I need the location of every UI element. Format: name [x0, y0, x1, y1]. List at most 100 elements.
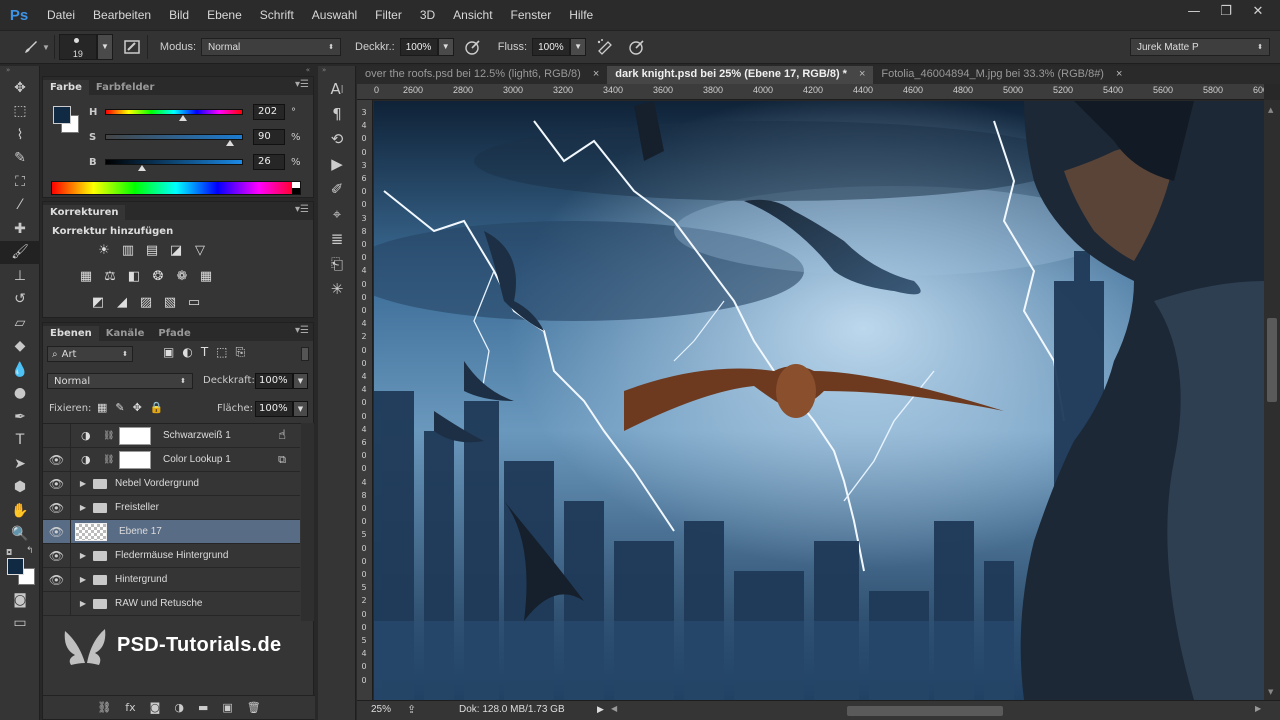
- visibility-eye-icon[interactable]: 👁: [43, 543, 71, 568]
- adjustment-1-1-icon[interactable]: ☀: [95, 242, 113, 260]
- airbrush-icon[interactable]: [594, 36, 616, 58]
- visibility-eye-icon[interactable]: 👁: [43, 423, 71, 448]
- foreground-color-swatch[interactable]: [7, 558, 24, 575]
- brightness-slider-thumb[interactable]: [137, 165, 146, 171]
- opacity-field[interactable]: 100%: [399, 38, 438, 56]
- color-fg-swatch[interactable]: [53, 106, 71, 124]
- character-panel-icon[interactable]: A |: [318, 76, 356, 101]
- properties-panel-icon[interactable]: ≣: [318, 226, 356, 251]
- info-panel-icon[interactable]: ✳: [318, 276, 356, 301]
- panel-collapse-bar[interactable]: «: [42, 66, 316, 76]
- adjustment-2-1-icon[interactable]: ▦: [77, 268, 95, 286]
- flow-dropdown[interactable]: ▼: [570, 38, 587, 56]
- menu-datei[interactable]: Datei: [38, 8, 84, 22]
- menu-filter[interactable]: Filter: [366, 8, 411, 22]
- new-adjustment-icon[interactable]: ◑: [174, 701, 184, 714]
- color-spectrum-bar[interactable]: [51, 181, 301, 195]
- layer-mask-thumbnail[interactable]: [119, 426, 151, 445]
- minimize-button[interactable]: —: [1180, 2, 1208, 22]
- lasso-tool-icon[interactable]: ⌇: [0, 123, 40, 147]
- brightness-slider[interactable]: [105, 159, 243, 171]
- tab-kanaele[interactable]: Kanäle: [99, 326, 152, 341]
- fx-icon[interactable]: fx: [125, 701, 135, 714]
- visibility-eye-icon[interactable]: 👁: [43, 447, 71, 472]
- healing-brush-tool-icon[interactable]: ✚: [0, 217, 40, 241]
- swap-colors-icon[interactable]: ↰: [26, 546, 34, 556]
- paint-bucket-tool-icon[interactable]: ◆: [0, 335, 40, 359]
- pressure-size-icon[interactable]: [626, 36, 648, 58]
- quick-mask-icon[interactable]: ◙: [0, 588, 40, 612]
- filter-smart-object-icon[interactable]: ⎘: [236, 345, 246, 360]
- brush-tool-icon[interactable]: 🖌: [0, 240, 40, 264]
- scroll-right-icon[interactable]: ▶: [1255, 704, 1261, 713]
- visibility-eye-icon[interactable]: 👁: [43, 567, 71, 592]
- hue-slider[interactable]: [105, 109, 243, 121]
- zoom-tool-icon[interactable]: 🔍: [0, 523, 40, 547]
- filter-shape-icon[interactable]: ⬚: [216, 345, 227, 360]
- fill-field[interactable]: 100%: [255, 401, 293, 417]
- document-tab[interactable]: Fotolia_46004894_M.jpg bei 33.3% (RGB/8#…: [873, 66, 1130, 84]
- scroll-left-icon[interactable]: ◀: [611, 704, 617, 713]
- panel-menu-icon[interactable]: ▾☰: [295, 79, 309, 90]
- adjustments-menu-icon[interactable]: ▾☰: [295, 204, 309, 215]
- visibility-eye-icon[interactable]: 👁: [43, 519, 71, 544]
- layer-row[interactable]: 👁 ◑ ⛓ Color Lookup 1 ⧉: [43, 447, 300, 472]
- filter-toggle[interactable]: [301, 347, 309, 361]
- adjustment-1-5-icon[interactable]: ▽: [191, 242, 209, 260]
- layer-opacity-field[interactable]: 100%: [255, 373, 293, 389]
- blur-tool-icon[interactable]: 💧: [0, 358, 40, 382]
- mode-select[interactable]: Normal ⬍: [201, 38, 341, 56]
- tab-korrekturen[interactable]: Korrekturen: [43, 205, 126, 220]
- adjustment-2-2-icon[interactable]: ⚖: [101, 268, 119, 286]
- link-layers-icon[interactable]: ⛓: [97, 701, 111, 714]
- collapse-panels-icon[interactable]: «: [306, 66, 310, 74]
- hand-tool-icon[interactable]: ✋: [0, 499, 40, 523]
- brush-size-picker[interactable]: 19: [58, 34, 97, 60]
- brush-tool-icon[interactable]: [20, 36, 42, 58]
- delete-layer-icon[interactable]: 🗑: [247, 701, 261, 714]
- paragraph-panel-icon[interactable]: ¶: [318, 101, 356, 126]
- layer-row[interactable]: 👁 ▶ Freisteller: [43, 495, 300, 520]
- pen-tool-icon[interactable]: ✒: [0, 405, 40, 429]
- history-brush-tool-icon[interactable]: ↺: [0, 288, 40, 312]
- adjustment-2-6-icon[interactable]: ▦: [197, 268, 215, 286]
- tool-preset-dropdown-icon[interactable]: ▼: [42, 43, 50, 52]
- scroll-up-icon[interactable]: ▲: [1268, 106, 1273, 114]
- workspace-select[interactable]: Jurek Matte P ⬍: [1130, 38, 1270, 56]
- expand-group-icon[interactable]: ▶: [77, 599, 89, 608]
- close-button[interactable]: ✕: [1244, 2, 1272, 22]
- adjustment-2-4-icon[interactable]: ❂: [149, 268, 167, 286]
- share-icon[interactable]: ⇪: [407, 703, 416, 716]
- layer-row[interactable]: 👁 ◑ ⛓ Schwarzweiß 1 ☝: [43, 423, 300, 448]
- tab-pfade[interactable]: Pfade: [151, 326, 197, 341]
- visibility-eye-icon[interactable]: 👁: [43, 591, 71, 616]
- close-tab-icon[interactable]: ×: [593, 68, 599, 82]
- status-menu-icon[interactable]: ▶: [597, 704, 604, 715]
- tab-farbe[interactable]: Farbe: [43, 80, 89, 95]
- layer-row[interactable]: 👁 ▶ Fledermäuse Hintergrund: [43, 543, 300, 568]
- menu-3d[interactable]: 3D: [411, 8, 444, 22]
- lock-position-icon[interactable]: ✥: [133, 401, 142, 414]
- scroll-down-icon[interactable]: ▼: [1268, 688, 1273, 696]
- adjustment-2-5-icon[interactable]: ❁: [173, 268, 191, 286]
- layer-filter-select[interactable]: ⌕ Art ⬍: [47, 346, 133, 362]
- expand-group-icon[interactable]: ▶: [77, 479, 89, 488]
- clone-source-icon[interactable]: ⎗: [318, 251, 356, 276]
- tab-ebenen[interactable]: Ebenen: [43, 326, 99, 341]
- move-tool-icon[interactable]: ✥: [0, 76, 40, 100]
- brush-panel-icon[interactable]: [121, 36, 143, 58]
- hue-slider-thumb[interactable]: [179, 115, 188, 121]
- adjustment-3-5-icon[interactable]: ▭: [185, 294, 203, 312]
- opacity-dropdown[interactable]: ▼: [437, 38, 454, 56]
- link-icon[interactable]: ⛓: [103, 455, 119, 465]
- adjustment-3-4-icon[interactable]: ▧: [161, 294, 179, 312]
- brightness-value[interactable]: 26: [253, 154, 285, 170]
- quick-selection-tool-icon[interactable]: ✎: [0, 147, 40, 171]
- adjustment-1-3-icon[interactable]: ▤: [143, 242, 161, 260]
- dodge-tool-icon[interactable]: ●: [0, 382, 40, 406]
- layer-row[interactable]: 👁 ▶ RAW und Retusche: [43, 591, 300, 616]
- visibility-eye-icon[interactable]: 👁: [43, 471, 71, 496]
- canvas-vertical-scrollbar[interactable]: ▲ ▼: [1264, 100, 1280, 700]
- layer-row[interactable]: 👁 ▶ Hintergrund: [43, 567, 300, 592]
- adjustment-1-4-icon[interactable]: ◪: [167, 242, 185, 260]
